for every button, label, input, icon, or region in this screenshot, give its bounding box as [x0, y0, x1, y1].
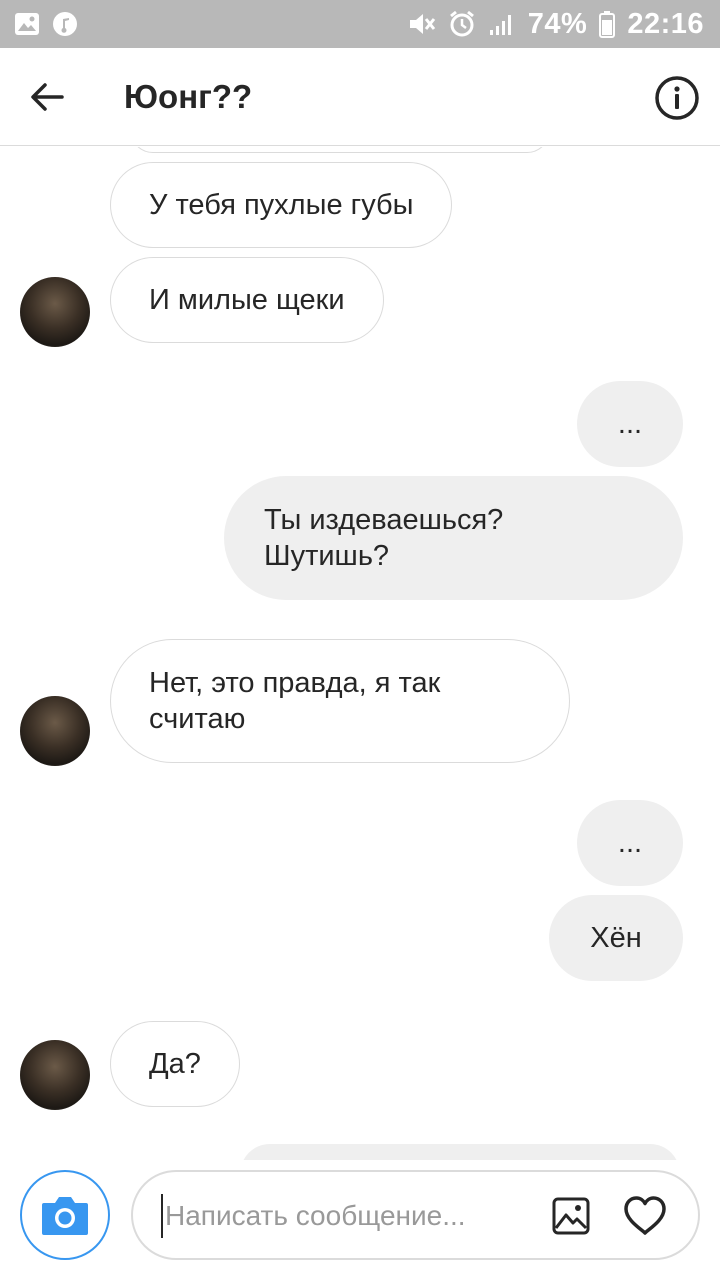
status-bar-left	[14, 11, 78, 37]
info-icon	[655, 76, 699, 120]
alarm-icon	[448, 10, 476, 38]
contact-avatar[interactable]	[20, 696, 90, 766]
message-bubble-outgoing[interactable]: ...	[577, 800, 683, 886]
message-text: Ты издеваешься? Шутишь?	[264, 504, 504, 572]
status-bar: 74% 22:16	[0, 0, 720, 48]
message-list[interactable]: У тебя пухлые губы И милые щеки ... Ты и…	[0, 147, 720, 1160]
status-bar-right: 74% 22:16	[408, 8, 704, 41]
message-text: ...	[617, 827, 643, 859]
message-input-container	[131, 1170, 700, 1260]
like-button[interactable]	[621, 1192, 669, 1240]
signal-icon	[488, 12, 516, 36]
message-bubble-incoming[interactable]: Да?	[110, 1021, 240, 1107]
message-text: Хён	[590, 922, 642, 954]
message-bubble-incoming[interactable]: У тебя пухлые губы	[110, 162, 453, 248]
battery-percent: 74%	[527, 7, 588, 40]
message-text: Да?	[149, 1048, 201, 1080]
message-bubble-partial	[240, 1144, 680, 1160]
message-bubble-partial	[130, 147, 550, 153]
message-text: Нет, это правда, я так считаю	[149, 667, 441, 735]
mute-icon	[408, 11, 436, 37]
message-text: ...	[617, 408, 643, 440]
message-bubble-incoming[interactable]: И милые щеки	[110, 257, 384, 343]
clock: 22:16	[627, 7, 704, 40]
composer-bar	[0, 1160, 720, 1280]
chat-title[interactable]: Юонг??	[124, 76, 252, 118]
music-icon	[52, 11, 78, 37]
chat-header: Юонг??	[0, 48, 720, 146]
gallery-button[interactable]	[551, 1196, 591, 1236]
heart-icon	[624, 1196, 666, 1235]
back-button[interactable]	[26, 76, 68, 118]
message-bubble-outgoing[interactable]: Хён	[549, 895, 683, 981]
message-text: И милые щеки	[149, 284, 345, 316]
image-icon	[14, 12, 40, 36]
contact-avatar[interactable]	[20, 1040, 90, 1110]
camera-icon	[40, 1193, 90, 1237]
message-bubble-incoming[interactable]: Нет, это правда, я так считаю	[110, 639, 570, 763]
info-button[interactable]	[654, 75, 700, 121]
message-text: У тебя пухлые губы	[149, 189, 414, 221]
message-bubble-outgoing[interactable]: ...	[577, 381, 683, 467]
message-input[interactable]	[161, 1194, 521, 1238]
message-bubble-outgoing[interactable]: Ты издеваешься? Шутишь?	[224, 476, 683, 600]
camera-button[interactable]	[20, 1170, 110, 1260]
contact-avatar[interactable]	[20, 277, 90, 347]
gallery-icon	[552, 1197, 590, 1235]
arrow-left-icon	[31, 83, 64, 111]
battery-icon	[599, 10, 616, 38]
